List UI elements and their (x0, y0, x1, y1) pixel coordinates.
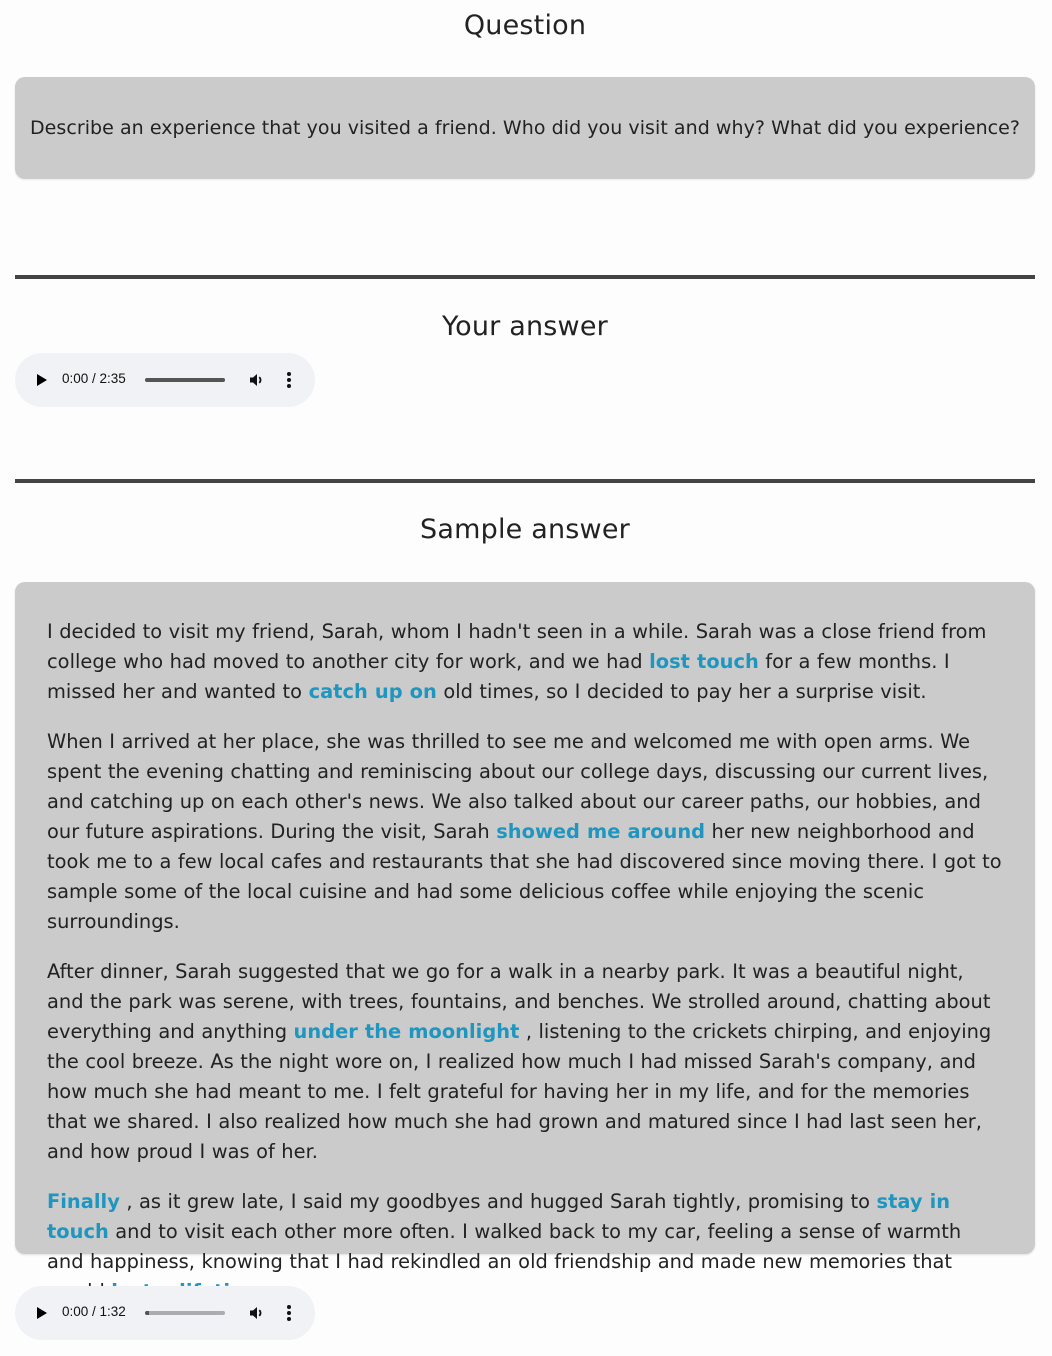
section-divider (15, 479, 1035, 483)
answer-text: old times, so I decided to pay her a sur… (436, 680, 927, 703)
play-icon[interactable] (37, 374, 47, 386)
your-answer-audio-player: 0:00 / 2:35 (15, 353, 315, 407)
audio-time-display: 0:00 / 2:35 (62, 371, 126, 386)
audio-buffered-fill (145, 378, 225, 382)
audio-buffered-fill (145, 1311, 149, 1315)
sample-answer-paragraph: After dinner, Sarah suggested that we go… (47, 957, 1003, 1167)
volume-icon[interactable] (249, 372, 265, 388)
highlighted-phrase: showed me around (496, 820, 706, 843)
play-icon[interactable] (37, 1307, 47, 1319)
section-divider (15, 275, 1035, 279)
highlighted-phrase: Finally (47, 1190, 120, 1213)
highlighted-phrase: lost touch (649, 650, 759, 673)
sample-answer-heading: Sample answer (420, 514, 630, 545)
question-heading: Question (463, 10, 587, 41)
page: Question Describe an experience that you… (0, 0, 1052, 1356)
audio-seek-bar[interactable] (145, 378, 225, 382)
audio-seek-bar[interactable] (145, 1311, 225, 1315)
sample-answer-paragraph: When I arrived at her place, she was thr… (47, 727, 1003, 937)
highlighted-phrase: under the moonlight (293, 1020, 520, 1043)
your-answer-heading: Your answer (442, 311, 608, 342)
more-vertical-icon[interactable] (283, 1304, 295, 1322)
volume-icon[interactable] (249, 1305, 265, 1321)
more-vertical-icon[interactable] (283, 371, 295, 389)
sample-answer-box: I decided to visit my friend, Sarah, who… (15, 582, 1035, 1303)
sample-answer-audio-player: 0:00 / 1:32 (15, 1286, 315, 1340)
audio-time-display: 0:00 / 1:32 (62, 1304, 126, 1319)
answer-text: , as it grew late, I said my goodbyes an… (119, 1190, 877, 1213)
highlighted-phrase: catch up on (308, 680, 437, 703)
question-text: Describe an experience that you visited … (29, 117, 1021, 139)
question-box: Describe an experience that you visited … (15, 77, 1035, 179)
sample-answer-paragraph: I decided to visit my friend, Sarah, who… (47, 617, 1003, 707)
